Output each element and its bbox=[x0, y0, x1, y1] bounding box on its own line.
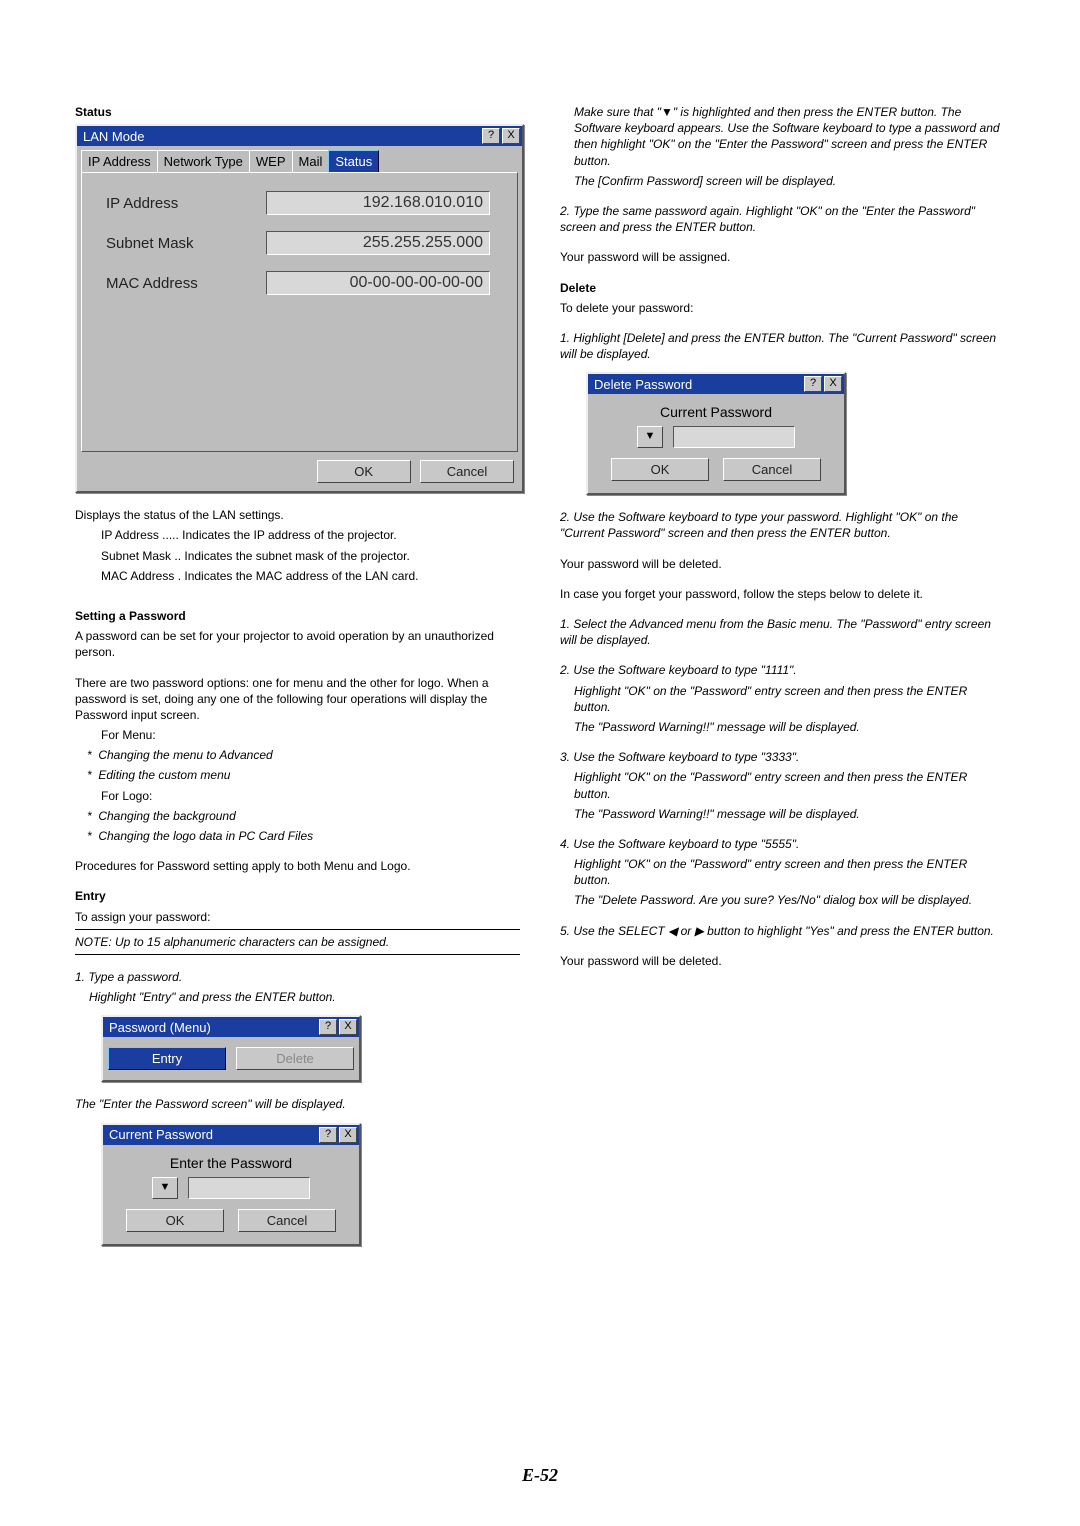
ip-value: 192.168.010.010 bbox=[266, 191, 490, 215]
tab-mail[interactable]: Mail bbox=[292, 150, 330, 172]
cancel-button[interactable]: Cancel bbox=[238, 1209, 336, 1232]
desc-mac: MAC Address . Indicates the MAC address … bbox=[75, 568, 520, 584]
step-1b: Highlight "Entry" and press the ENTER bu… bbox=[75, 989, 520, 1005]
r12c: The "Delete Password. Are you sure? Yes/… bbox=[560, 892, 1005, 908]
ok-button[interactable]: OK bbox=[317, 460, 411, 483]
mac-value: 00-00-00-00-00-00 bbox=[266, 271, 490, 295]
lan-desc: Displays the status of the LAN settings. bbox=[75, 507, 520, 523]
cancel-button[interactable]: Cancel bbox=[420, 460, 514, 483]
status-heading: Status bbox=[75, 104, 520, 120]
dp-label: Current Password bbox=[598, 404, 834, 420]
help-icon[interactable]: ? bbox=[319, 1127, 337, 1143]
password-input[interactable] bbox=[188, 1177, 310, 1199]
r1: Make sure that "▼" is highlighted and th… bbox=[560, 104, 1005, 169]
menu-bullet-2: * Editing the custom menu bbox=[75, 767, 520, 783]
dropdown-icon[interactable]: ▼ bbox=[637, 426, 663, 448]
for-logo: For Logo: bbox=[75, 788, 520, 804]
setting-password-heading: Setting a Password bbox=[75, 608, 520, 624]
dp-titlebar: Delete Password ? X bbox=[588, 374, 844, 394]
desc-subnet: Subnet Mask .. Indicates the subnet mask… bbox=[75, 548, 520, 564]
password-menu-dialog: Password (Menu) ? X Entry Delete bbox=[101, 1015, 361, 1082]
r12b: Highlight "OK" on the "Password" entry s… bbox=[560, 856, 1005, 888]
entry-heading: Entry bbox=[75, 888, 520, 904]
lan-mode-dialog: LAN Mode ? X IP Address Network Type WEP… bbox=[75, 124, 524, 493]
lan-tabs: IP Address Network Type WEP Mail Status bbox=[77, 146, 522, 172]
help-icon[interactable]: ? bbox=[804, 376, 822, 392]
ok-button[interactable]: OK bbox=[611, 458, 709, 481]
lan-title: LAN Mode bbox=[83, 129, 144, 144]
mac-label: MAC Address bbox=[106, 275, 266, 292]
r5: 1. Highlight [Delete] and press the ENTE… bbox=[560, 330, 1005, 362]
r2: 2. Type the same password again. Highlig… bbox=[560, 203, 1005, 235]
logo-bullet-1: * Changing the background bbox=[75, 808, 520, 824]
lan-button-row: OK Cancel bbox=[77, 456, 522, 491]
r4: To delete your password: bbox=[560, 300, 1005, 316]
dropdown-icon[interactable]: ▼ bbox=[152, 1177, 178, 1199]
lan-titlebar: LAN Mode ? X bbox=[77, 126, 522, 146]
setpw-p1: A password can be set for your projector… bbox=[75, 628, 520, 660]
r10c: The "Password Warning!!" message will be… bbox=[560, 719, 1005, 735]
close-icon[interactable]: X bbox=[502, 128, 520, 144]
r3: Your password will be assigned. bbox=[560, 249, 1005, 265]
entry-button[interactable]: Entry bbox=[108, 1047, 226, 1070]
pm-title: Password (Menu) bbox=[109, 1020, 211, 1035]
after-pm: The "Enter the Password screen" will be … bbox=[75, 1096, 520, 1112]
r1b: The [Confirm Password] screen will be di… bbox=[560, 173, 1005, 189]
tab-wep[interactable]: WEP bbox=[249, 150, 293, 172]
close-icon[interactable]: X bbox=[339, 1019, 357, 1035]
help-icon[interactable]: ? bbox=[482, 128, 500, 144]
r11c: The "Password Warning!!" message will be… bbox=[560, 806, 1005, 822]
page-number: E-52 bbox=[0, 1465, 1080, 1486]
r12a: 4. Use the Software keyboard to type "55… bbox=[560, 836, 1005, 852]
tab-status[interactable]: Status bbox=[328, 150, 379, 172]
r11b: Highlight "OK" on the "Password" entry s… bbox=[560, 769, 1005, 801]
r7: Your password will be deleted. bbox=[560, 556, 1005, 572]
menu-bullet-1: * Changing the menu to Advanced bbox=[75, 747, 520, 763]
delete-password-dialog: Delete Password ? X Current Password ▼ O… bbox=[586, 372, 846, 495]
desc-ip: IP Address ..... Indicates the IP addres… bbox=[75, 527, 520, 543]
close-icon[interactable]: X bbox=[824, 376, 842, 392]
r9: 1. Select the Advanced menu from the Bas… bbox=[560, 616, 1005, 648]
current-password-dialog: Current Password ? X Enter the Password … bbox=[101, 1123, 361, 1246]
subnet-label: Subnet Mask bbox=[106, 235, 266, 252]
r10a: 2. Use the Software keyboard to type "11… bbox=[560, 662, 1005, 678]
r10b: Highlight "OK" on the "Password" entry s… bbox=[560, 683, 1005, 715]
r14: Your password will be deleted. bbox=[560, 953, 1005, 969]
r6: 2. Use the Software keyboard to type you… bbox=[560, 509, 1005, 541]
cp-label: Enter the Password bbox=[113, 1155, 349, 1171]
ok-button[interactable]: OK bbox=[126, 1209, 224, 1232]
tab-ip-address[interactable]: IP Address bbox=[81, 150, 158, 172]
r13: 5. Use the SELECT ◀ or ▶ button to highl… bbox=[560, 923, 1005, 939]
note-text: NOTE: Up to 15 alphanumeric characters c… bbox=[75, 934, 520, 950]
for-menu: For Menu: bbox=[75, 727, 520, 743]
right-column: Make sure that "▼" is highlighted and th… bbox=[560, 100, 1005, 1256]
r11a: 3. Use the Software keyboard to type "33… bbox=[560, 749, 1005, 765]
tab-network-type[interactable]: Network Type bbox=[157, 150, 250, 172]
logo-bullet-2: * Changing the logo data in PC Card File… bbox=[75, 828, 520, 844]
setpw-p3: Procedures for Password setting apply to… bbox=[75, 858, 520, 874]
subnet-value: 255.255.255.000 bbox=[266, 231, 490, 255]
help-icon[interactable]: ? bbox=[319, 1019, 337, 1035]
lan-tabpanel: IP Address 192.168.010.010 Subnet Mask 2… bbox=[81, 172, 518, 452]
close-icon[interactable]: X bbox=[339, 1127, 357, 1143]
left-column: Status LAN Mode ? X IP Address Network T… bbox=[75, 100, 520, 1256]
setpw-p2: There are two password options: one for … bbox=[75, 675, 520, 724]
ip-label: IP Address bbox=[106, 195, 266, 212]
r8: In case you forget your password, follow… bbox=[560, 586, 1005, 602]
entry-p1: To assign your password: bbox=[75, 909, 520, 925]
cp-title: Current Password bbox=[109, 1127, 213, 1142]
cancel-button[interactable]: Cancel bbox=[723, 458, 821, 481]
password-input[interactable] bbox=[673, 426, 795, 448]
dp-title: Delete Password bbox=[594, 377, 692, 392]
pm-titlebar: Password (Menu) ? X bbox=[103, 1017, 359, 1037]
step-1a: 1. Type a password. bbox=[75, 969, 520, 985]
cp-titlebar: Current Password ? X bbox=[103, 1125, 359, 1145]
delete-button[interactable]: Delete bbox=[236, 1047, 354, 1070]
delete-heading: Delete bbox=[560, 280, 1005, 296]
